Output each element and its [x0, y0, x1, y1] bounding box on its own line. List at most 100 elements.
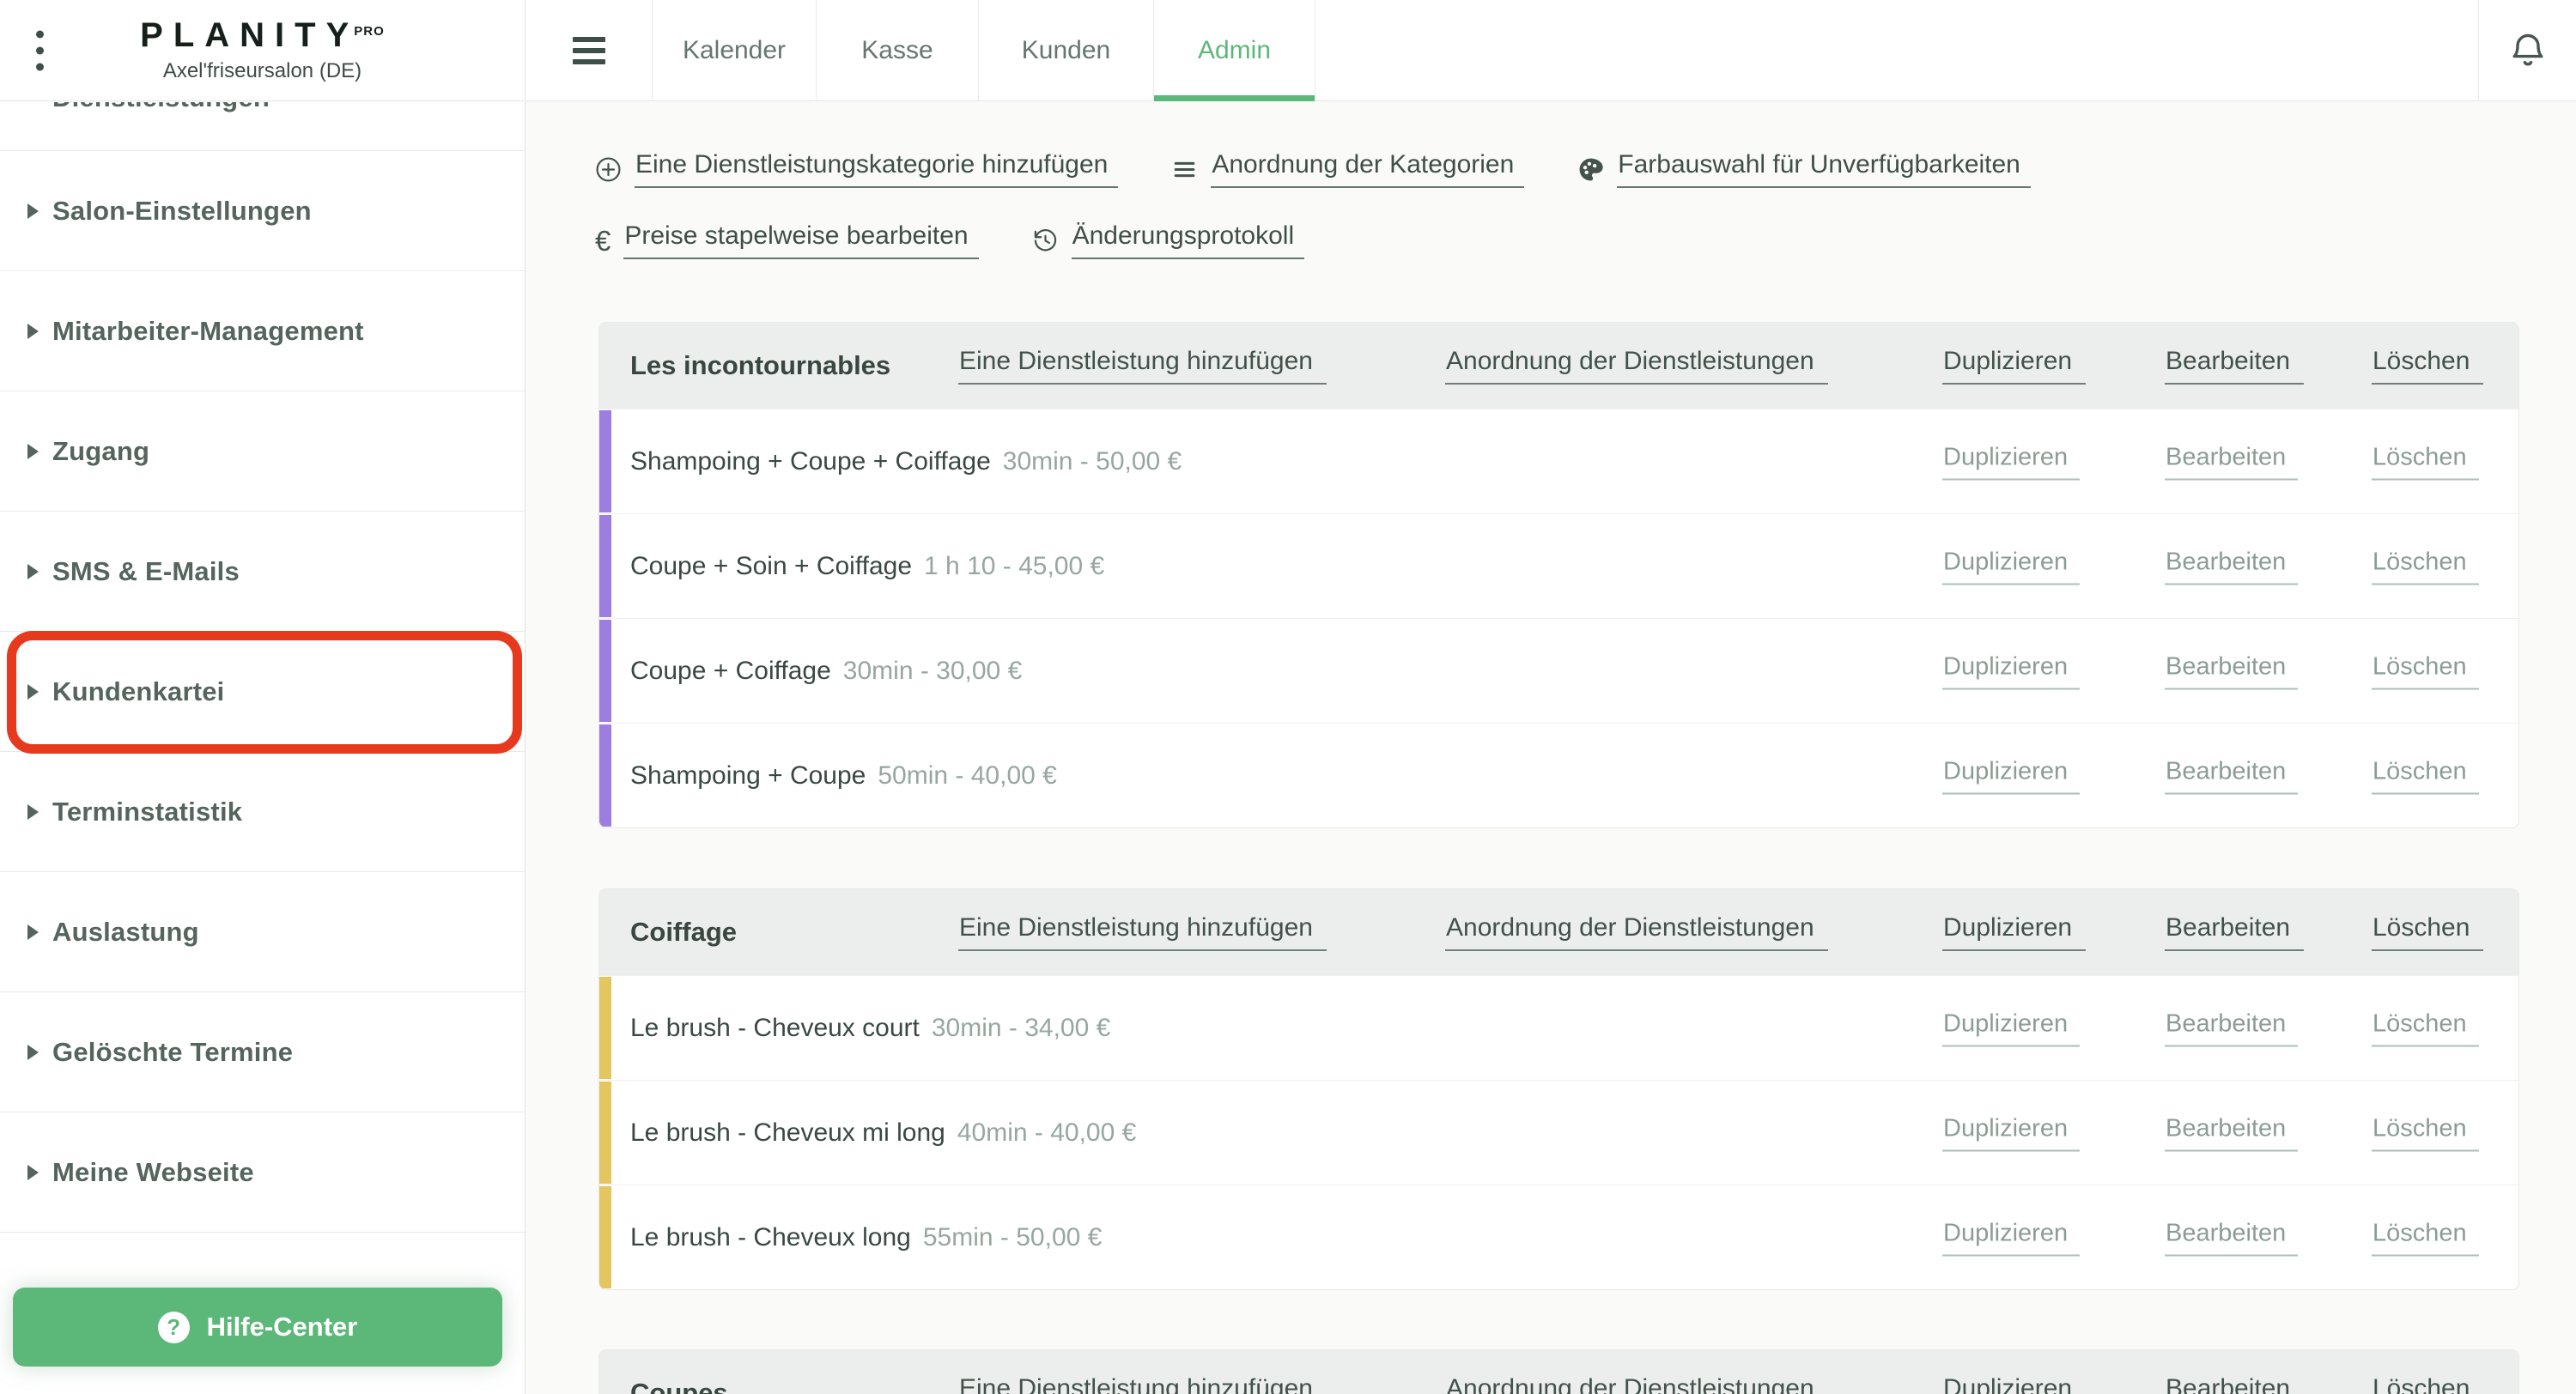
sidebar-item-label: Zugang [52, 435, 150, 466]
duplicate-service-link[interactable]: Duplizieren [1942, 548, 2081, 585]
edit-service-link[interactable]: Bearbeiten [2165, 1009, 2299, 1046]
service-row: Coupe + Soin + Coiffage 1 h 10 - 45,00 €… [599, 513, 2518, 618]
service-name: Le brush - Cheveux long [630, 1222, 911, 1252]
action-label: Farbauswahl für Unverfügbarkeiten [1617, 150, 2031, 188]
category-table-les-incontournables: Les incontournables Eine Dienstleistung … [598, 322, 2519, 828]
sidebar-item-label: Kundenkartei [52, 676, 225, 706]
action-label: Eine Dienstleistungskategorie hinzufügen [635, 150, 1119, 188]
category-header: Les incontournables Eine Dienstleistung … [599, 323, 2518, 409]
main-nav: Kalender Kasse Kunden Admin [526, 0, 1315, 101]
duplicate-service-link[interactable]: Duplizieren [1942, 443, 2081, 480]
delete-category-link[interactable]: Löschen [2372, 913, 2484, 951]
euro-icon: € [595, 224, 611, 257]
service-row: Le brush - Cheveux court 30min - 34,00 €… [599, 975, 2518, 1080]
sidebar-item-sms-emails[interactable]: SMS & E-Mails [0, 512, 525, 632]
tab-admin[interactable]: Admin [1154, 0, 1315, 101]
edit-service-link[interactable]: Bearbeiten [2165, 548, 2299, 585]
edit-category-link[interactable]: Bearbeiten [2165, 913, 2305, 951]
chevron-right-icon [27, 203, 39, 219]
edit-service-link[interactable]: Bearbeiten [2165, 1114, 2299, 1151]
unavailability-color-link[interactable]: Farbauswahl für Unverfügbarkeiten [1577, 150, 2031, 188]
add-service-link[interactable]: Eine Dienstleistung hinzufügen [958, 1374, 1327, 1394]
delete-category-link[interactable]: Löschen [2372, 1374, 2483, 1394]
service-order-link[interactable]: Anordnung der Dienstleistungen [1445, 1374, 1828, 1394]
tab-kasse[interactable]: Kasse [817, 0, 979, 101]
duplicate-service-link[interactable]: Duplizieren [1942, 652, 2081, 689]
sidebar-item-auslastung[interactable]: Auslastung [0, 872, 525, 992]
service-name: Coupe + Soin + Coiffage [630, 551, 913, 580]
list-icon [1175, 161, 1195, 177]
duplicate-service-link[interactable]: Duplizieren [1942, 1009, 2081, 1046]
delete-service-link[interactable]: Löschen [2372, 443, 2479, 480]
sidebar-item-label: Salon-Einstellungen [52, 195, 312, 226]
top-header: PLANITYPRO Axel'friseursalon (DE) Kalend… [0, 0, 2576, 101]
delete-service-link[interactable]: Löschen [2372, 757, 2479, 794]
action-label: Anordnung der Kategorien [1211, 150, 1525, 188]
batch-price-edit-link[interactable]: € Preise stapelweise bearbeiten [595, 221, 979, 259]
delete-service-link[interactable]: Löschen [2372, 1009, 2479, 1046]
history-icon [1034, 228, 1056, 251]
action-label: Preise stapelweise bearbeiten [623, 221, 979, 259]
duplicate-service-link[interactable]: Duplizieren [1942, 757, 2081, 794]
service-name: Shampoing + Coupe + Coiffage [630, 446, 991, 476]
category-actions-row-1: Eine Dienstleistungskategorie hinzufügen… [595, 150, 2031, 188]
category-title: Coiffage [630, 917, 737, 947]
service-duration-price: 30min - 34,00 € [931, 1013, 1111, 1042]
chevron-right-icon [27, 323, 39, 339]
edit-service-link[interactable]: Bearbeiten [2165, 443, 2299, 480]
service-name: Shampoing + Coupe [630, 761, 866, 790]
duplicate-service-link[interactable]: Duplizieren [1942, 1114, 2081, 1151]
edit-category-link[interactable]: Bearbeiten [2165, 347, 2305, 385]
sidebar-item-label: Dienstleistungen [52, 102, 270, 113]
service-order-link[interactable]: Anordnung der Dienstleistungen [1445, 913, 1828, 951]
tab-kunden[interactable]: Kunden [979, 0, 1154, 101]
add-service-link[interactable]: Eine Dienstleistung hinzufügen [958, 913, 1327, 951]
brand-block: PLANITYPRO Axel'friseursalon (DE) [0, 0, 526, 101]
sidebar-item-meine-webseite[interactable]: Meine Webseite [0, 1112, 525, 1233]
tab-kalender[interactable]: Kalender [653, 0, 817, 101]
change-log-link[interactable]: Änderungsprotokoll [1032, 221, 1305, 259]
duplicate-category-link[interactable]: Duplizieren [1942, 1374, 2086, 1394]
service-row: Shampoing + Coupe + Coiffage 30min - 50,… [599, 409, 2518, 513]
hamburger-icon [572, 37, 605, 64]
add-service-link[interactable]: Eine Dienstleistung hinzufügen [958, 347, 1327, 385]
service-row: Shampoing + Coupe 50min - 40,00 € Dupliz… [599, 723, 2518, 827]
question-circle-icon: ? [157, 1311, 190, 1343]
delete-category-link[interactable]: Löschen [2372, 347, 2484, 385]
chevron-right-icon [27, 563, 39, 579]
notifications-button[interactable] [2478, 0, 2576, 101]
category-order-link[interactable]: Anordnung der Kategorien [1171, 150, 1525, 188]
duplicate-category-link[interactable]: Duplizieren [1942, 913, 2087, 951]
chevron-right-icon [27, 683, 39, 700]
delete-service-link[interactable]: Löschen [2372, 1114, 2479, 1151]
duplicate-category-link[interactable]: Duplizieren [1942, 347, 2087, 385]
edit-service-link[interactable]: Bearbeiten [2165, 757, 2299, 794]
add-service-category-link[interactable]: Eine Dienstleistungskategorie hinzufügen [595, 150, 1119, 188]
sidebar-item-dienstleistungen[interactable]: Dienstleistungen [0, 102, 525, 151]
kebab-menu-icon[interactable] [36, 30, 44, 71]
sidebar-item-salon-einstellungen[interactable]: Salon-Einstellungen [0, 151, 525, 271]
sidebar-item-mitarbeiter-management[interactable]: Mitarbeiter-Management [0, 271, 525, 391]
admin-sidebar: Dienstleistungen Salon-Einstellungen Mit… [0, 102, 526, 1394]
delete-service-link[interactable]: Löschen [2372, 652, 2479, 689]
sidebar-item-kundenkartei[interactable]: Kundenkartei [0, 632, 525, 752]
sidebar-item-label: Auslastung [52, 916, 199, 947]
sidebar-item-geloeschte-termine[interactable]: Gelöschte Termine [0, 992, 525, 1112]
edit-category-link[interactable]: Bearbeiten [2165, 1374, 2304, 1394]
duplicate-service-link[interactable]: Duplizieren [1942, 1219, 2081, 1256]
chevron-right-icon [27, 924, 39, 940]
service-row: Coupe + Coiffage 30min - 30,00 € Duplizi… [599, 618, 2518, 723]
sidebar-item-terminstatistik[interactable]: Terminstatistik [0, 752, 525, 872]
edit-service-link[interactable]: Bearbeiten [2165, 652, 2299, 689]
help-center-label: Hilfe-Center [206, 1312, 358, 1342]
help-center-button[interactable]: ? Hilfe-Center [13, 1288, 502, 1367]
edit-service-link[interactable]: Bearbeiten [2165, 1219, 2299, 1256]
category-header: Coupes Eine Dienstleistung hinzufügen An… [599, 1350, 2518, 1394]
hamburger-button[interactable] [526, 0, 653, 101]
brand-suffix: PRO [354, 24, 385, 39]
delete-service-link[interactable]: Löschen [2372, 1219, 2479, 1256]
sidebar-item-label: Gelöschte Termine [52, 1036, 294, 1067]
sidebar-item-zugang[interactable]: Zugang [0, 391, 525, 512]
delete-service-link[interactable]: Löschen [2372, 548, 2479, 585]
service-order-link[interactable]: Anordnung der Dienstleistungen [1445, 347, 1828, 385]
